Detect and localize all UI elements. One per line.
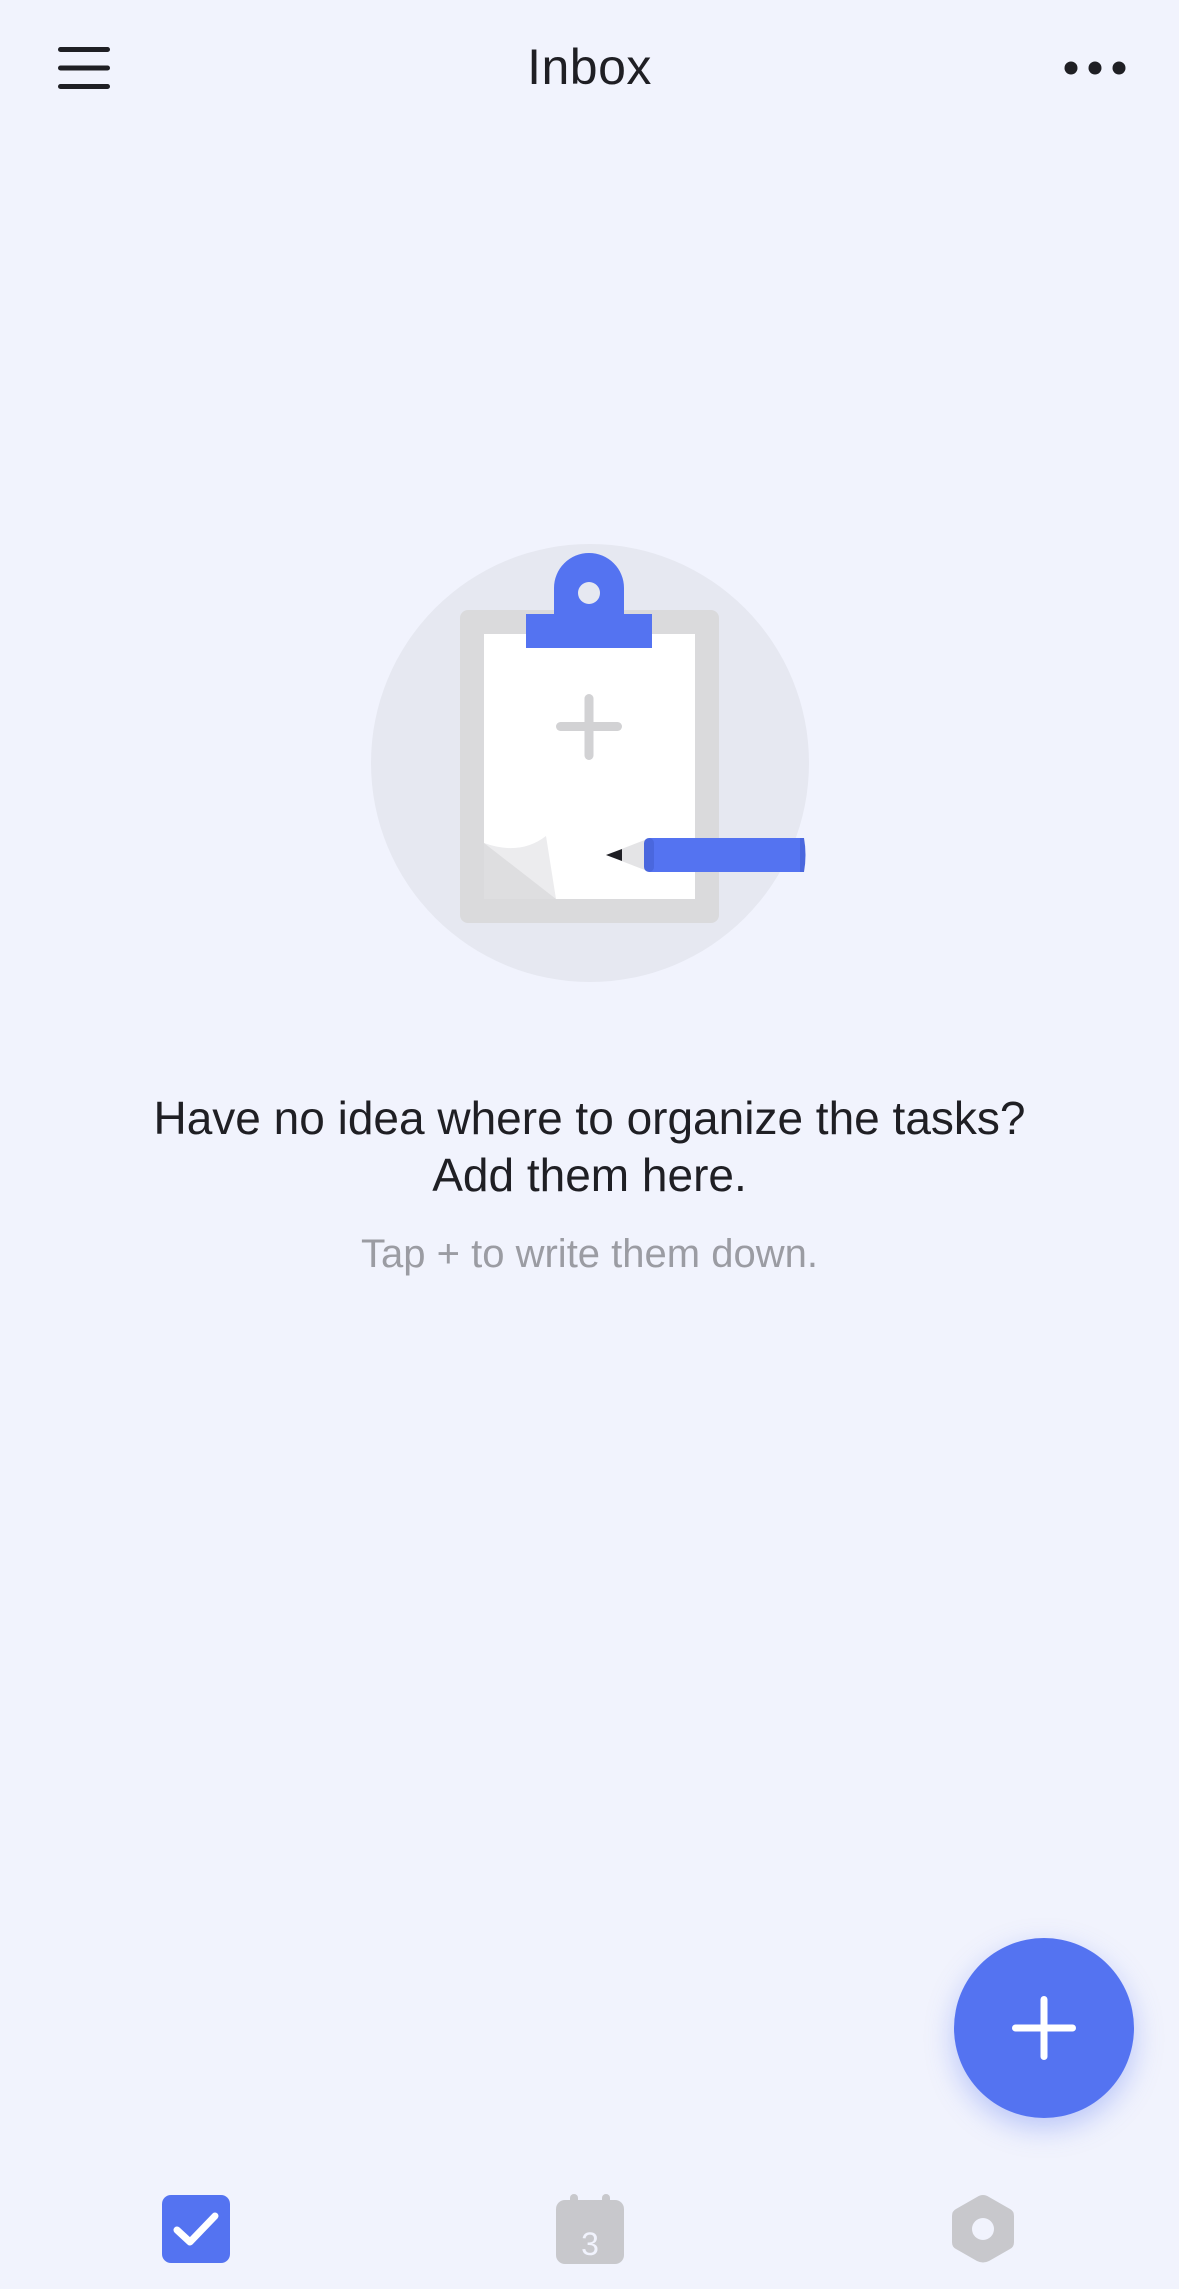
empty-state-subtitle: Tap + to write them down. — [361, 1232, 818, 1276]
inbox-screen: Inbox Have no idea where to organize the… — [0, 0, 1179, 2289]
calendar-icon: 3 — [556, 2194, 624, 2264]
empty-state-illustration — [360, 538, 820, 988]
clipboard-pencil-illustration — [371, 544, 809, 982]
plus-icon — [1012, 1996, 1076, 2060]
tab-calendar[interactable]: 3 — [545, 2184, 635, 2274]
settings-hexagon-icon — [952, 2195, 1014, 2263]
checkbox-icon — [162, 2195, 230, 2263]
top-bar: Inbox — [0, 0, 1179, 140]
calendar-day-number: 3 — [581, 2226, 599, 2262]
add-task-button[interactable] — [954, 1938, 1134, 2118]
empty-state-title: Have no idea where to organize the tasks… — [153, 1092, 1026, 1201]
bottom-tab-bar: 3 — [0, 2150, 1179, 2289]
more-horizontal-icon — [1064, 61, 1126, 75]
more-options-button[interactable] — [1055, 30, 1135, 106]
page-title: Inbox — [527, 39, 652, 95]
tab-settings[interactable] — [938, 2184, 1028, 2274]
tab-tasks[interactable] — [151, 2184, 241, 2274]
